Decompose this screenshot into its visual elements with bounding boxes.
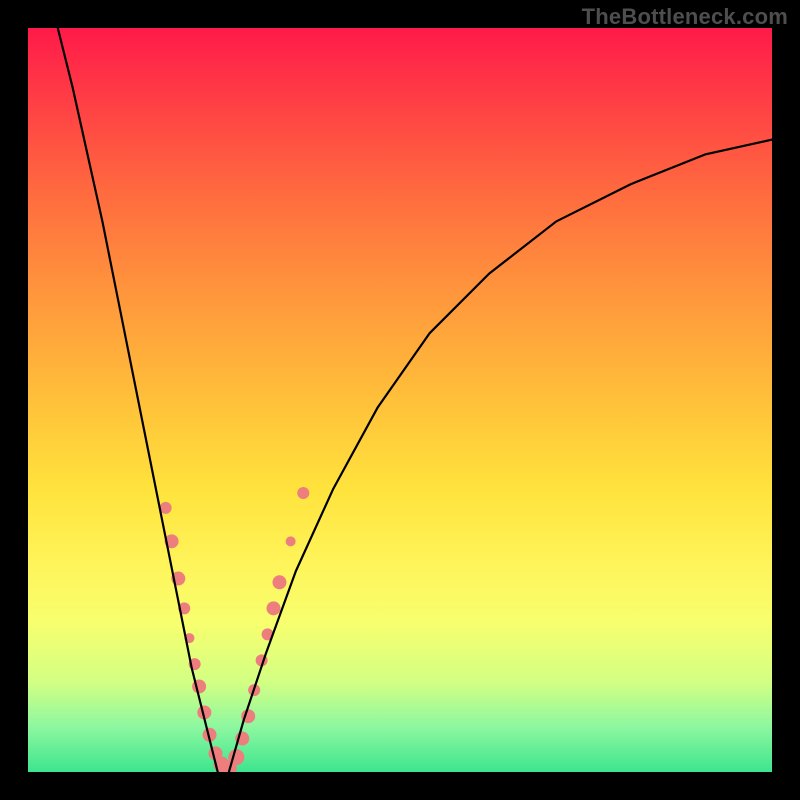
curves-group — [58, 28, 772, 772]
data-marker — [272, 575, 286, 589]
curve-right-curve — [229, 140, 772, 772]
watermark-text: TheBottleneck.com — [582, 4, 788, 30]
chart-svg — [28, 28, 772, 772]
data-marker — [267, 601, 281, 615]
chart-frame: TheBottleneck.com — [0, 0, 800, 800]
data-marker — [286, 536, 296, 546]
chart-plot-area — [28, 28, 772, 772]
data-marker — [297, 487, 309, 499]
markers-group — [160, 487, 310, 772]
